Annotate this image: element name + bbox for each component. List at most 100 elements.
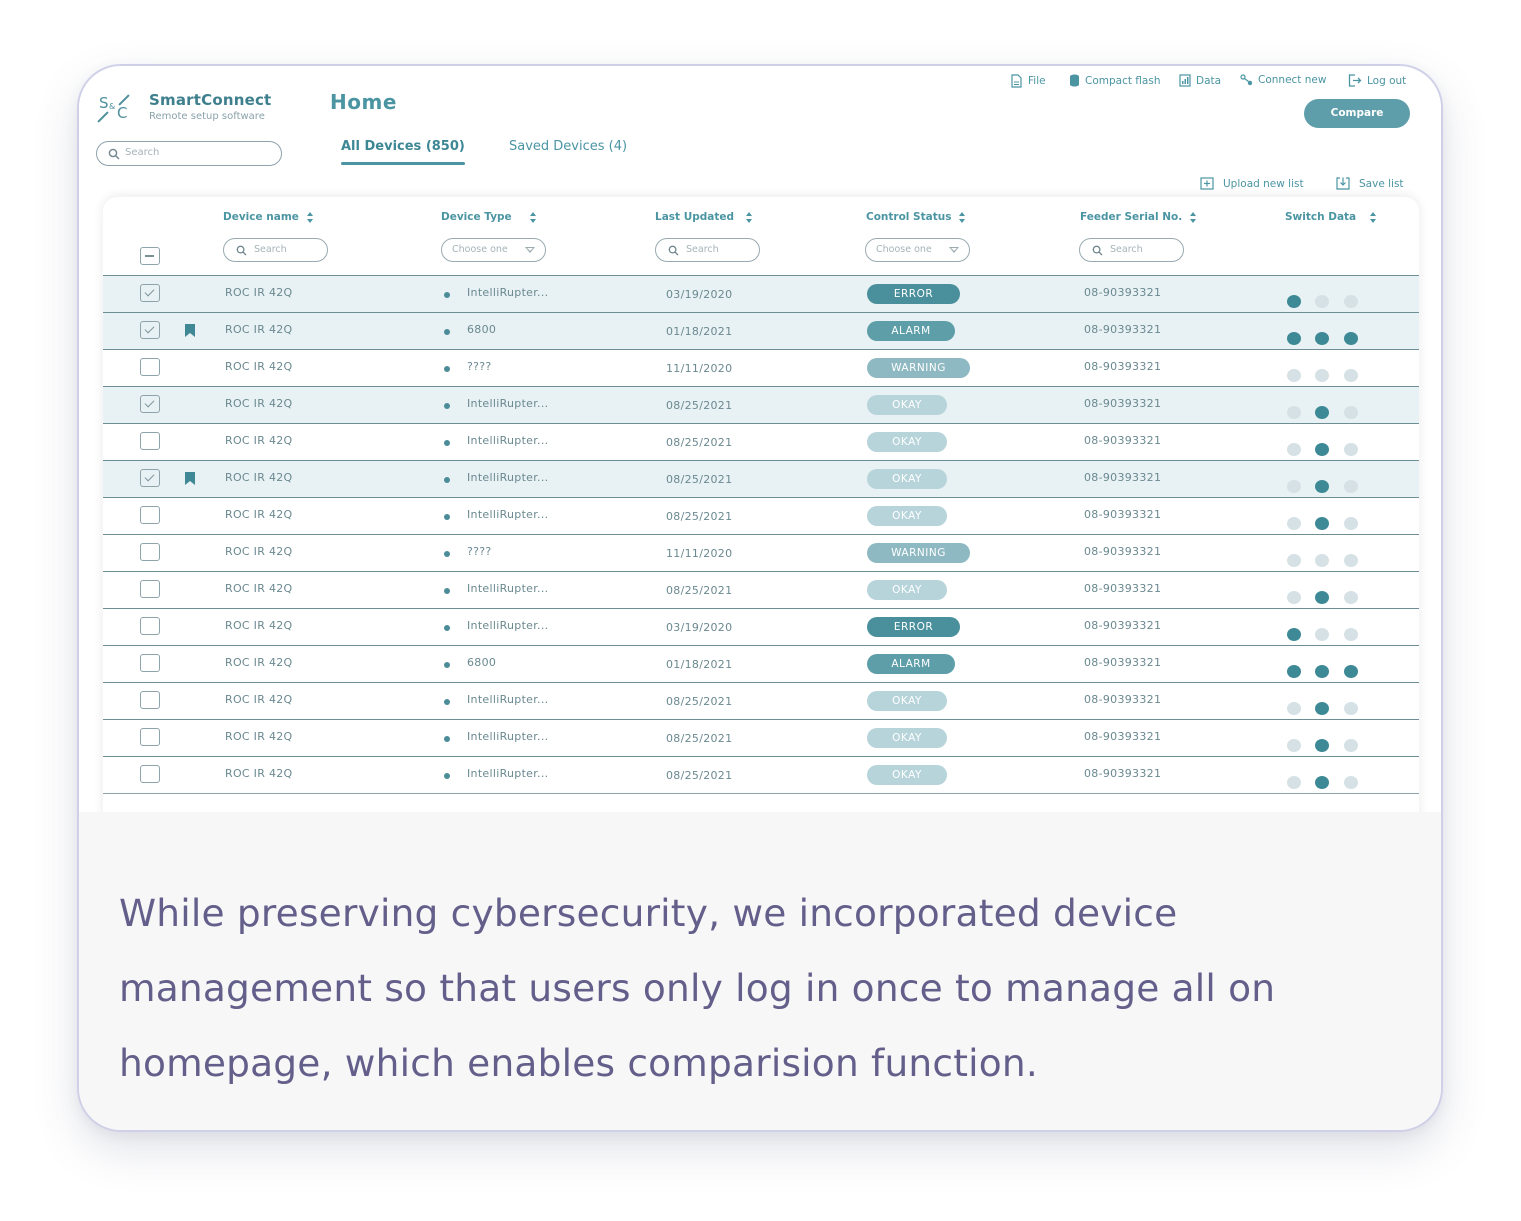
last-updated-cell: 08/25/2021 [666, 695, 733, 708]
row-checkbox[interactable] [140, 617, 160, 635]
file-icon [1011, 74, 1022, 88]
row-checkbox[interactable] [140, 321, 160, 339]
nav-connect-new[interactable]: Connect new [1240, 74, 1326, 86]
col-device-name-label: Device name [223, 211, 299, 223]
table-row[interactable]: ROC IR 42Q???? 11/11/2020 WARNING 08-903933… [103, 534, 1419, 571]
switch-indicator [1315, 295, 1329, 308]
last-updated-cell: 08/25/2021 [666, 510, 733, 523]
nav-compact-flash-label: Compact flash [1085, 74, 1161, 87]
col-switch-data[interactable]: Switch Data [1285, 211, 1377, 223]
link-icon [1240, 74, 1253, 86]
row-checkbox[interactable] [140, 358, 160, 376]
feeder-serial-cell: 08-90393321 [1084, 582, 1162, 595]
nav-log-out[interactable]: Log out [1348, 74, 1406, 87]
col-switch-data-label: Switch Data [1285, 211, 1357, 223]
switch-indicator [1287, 702, 1301, 715]
select-all-checkbox[interactable] [140, 247, 160, 265]
smartconnect-logo: S & C [97, 94, 133, 124]
filter-placeholder: Choose one [452, 244, 508, 255]
device-name-cell: ROC IR 42Q [225, 323, 293, 336]
table-row[interactable]: ROC IR 42Q 6800 01/18/2021 ALARM 08-90393321 [103, 645, 1419, 682]
device-type-cell: IntelliRupter... [467, 471, 549, 484]
feeder-serial-cell: 08-90393321 [1084, 508, 1162, 521]
row-checkbox[interactable] [140, 469, 160, 487]
col-feeder-serial[interactable]: Feeder Serial No. [1080, 211, 1197, 223]
table-row[interactable]: ROC IR 42Q IntelliRupter... 03/19/2020 ERRO… [103, 275, 1419, 312]
row-checkbox[interactable] [140, 284, 160, 302]
upload-new-list-button[interactable]: Upload new list [1200, 177, 1304, 190]
table-row[interactable]: ROC IR 42Q IntelliRupter... 08/25/2021 OKAY… [103, 756, 1419, 793]
status-badge: OKAY [867, 765, 947, 785]
feeder-serial-cell: 08-90393321 [1084, 471, 1162, 484]
table-body: ROC IR 42Q IntelliRupter... 03/19/2020 ERRO… [103, 275, 1419, 793]
global-search-input[interactable]: Search [96, 141, 282, 166]
nav-compact-flash[interactable]: Compact flash [1069, 74, 1160, 87]
switch-indicator [1315, 591, 1329, 604]
feeder-serial-filter-input[interactable]: Search [1079, 238, 1184, 262]
switch-indicator [1344, 628, 1358, 641]
caption-text: While preserving cybersecurity, we incor… [119, 891, 1276, 1085]
col-control-status[interactable]: Control Status [866, 211, 966, 223]
device-type-dot-icon [444, 625, 450, 631]
table-row[interactable]: ROC IR 42Q???? 11/11/2020 WARNING 08-903933… [103, 349, 1419, 386]
row-checkbox[interactable] [140, 580, 160, 598]
last-updated-cell: 01/18/2021 [666, 325, 733, 338]
switch-indicator [1315, 739, 1329, 752]
row-checkbox[interactable] [140, 654, 160, 672]
nav-file[interactable]: File [1010, 74, 1046, 88]
device-type-filter-select[interactable]: Choose one [441, 238, 546, 262]
col-device-type[interactable]: Device Type [441, 211, 537, 223]
table-row[interactable]: ROC IR 42Q 6800 01/18/2021 ALARM 08-90393321 [103, 312, 1419, 349]
row-checkbox[interactable] [140, 432, 160, 450]
last-updated-filter-input[interactable]: Search [655, 238, 760, 262]
last-updated-cell: 11/11/2020 [666, 362, 733, 375]
device-name-cell: ROC IR 42Q [225, 767, 293, 780]
device-type-cell: ???? [467, 545, 492, 558]
col-last-updated[interactable]: Last Updated [655, 211, 753, 223]
device-name-cell: ROC IR 42Q [225, 434, 293, 447]
device-name-cell: ROC IR 42Q [225, 730, 293, 743]
bookmark-icon[interactable] [185, 324, 195, 337]
last-updated-cell: 08/25/2021 [666, 732, 733, 745]
device-type-cell: IntelliRupter... [467, 397, 549, 410]
row-checkbox[interactable] [140, 395, 160, 413]
sort-icon [1370, 211, 1377, 223]
row-checkbox[interactable] [140, 691, 160, 709]
row-checkbox[interactable] [140, 506, 160, 524]
last-updated-cell: 01/18/2021 [666, 658, 733, 671]
table-row[interactable]: ROC IR 42Q IntelliRupter... 08/25/2021 OKAY… [103, 497, 1419, 534]
table-row[interactable]: ROC IR 42Q IntelliRupter... 08/25/2021 OKAY… [103, 719, 1419, 756]
device-type-cell: IntelliRupter... [467, 508, 549, 521]
table-row[interactable]: ROC IR 42Q IntelliRupter... 08/25/2021 OKAY… [103, 460, 1419, 497]
row-checkbox[interactable] [140, 543, 160, 561]
tab-all-devices[interactable]: All Devices (850) [341, 139, 465, 154]
device-name-filter-input[interactable]: Search [223, 238, 328, 262]
table-row[interactable]: ROC IR 42Q IntelliRupter... 08/25/2021 OKAY… [103, 682, 1419, 719]
status-badge: WARNING [867, 358, 970, 378]
tab-saved-devices[interactable]: Saved Devices (4) [509, 139, 627, 154]
control-status-filter-select[interactable]: Choose one [865, 238, 970, 262]
table-row[interactable]: ROC IR 42Q IntelliRupter... 08/25/2021 OKAY… [103, 386, 1419, 423]
table-row[interactable]: ROC IR 42Q IntelliRupter... 08/25/2021 OKAY… [103, 571, 1419, 608]
compare-button[interactable]: Compare [1304, 99, 1410, 128]
bookmark-icon[interactable] [185, 472, 195, 485]
status-badge: OKAY [867, 395, 947, 415]
device-type-dot-icon [444, 662, 450, 668]
partial-table-row [103, 793, 1419, 812]
col-device-name[interactable]: Device name [223, 211, 314, 223]
table-row[interactable]: ROC IR 42Q IntelliRupter... 03/19/2020 ERRO… [103, 608, 1419, 645]
nav-data[interactable]: Data [1179, 74, 1221, 87]
save-list-button[interactable]: Save list [1336, 177, 1404, 190]
table-row[interactable]: ROC IR 42Q IntelliRupter... 08/25/2021 OKAY… [103, 423, 1419, 460]
row-checkbox[interactable] [140, 728, 160, 746]
device-name-cell: ROC IR 42Q [225, 693, 293, 706]
row-checkbox[interactable] [140, 765, 160, 783]
search-placeholder: Search [125, 147, 160, 158]
switch-indicator [1344, 443, 1358, 456]
status-badge: ERROR [867, 284, 960, 304]
switch-indicator [1287, 443, 1301, 456]
feeder-serial-cell: 08-90393321 [1084, 545, 1162, 558]
feeder-serial-cell: 08-90393321 [1084, 397, 1162, 410]
switch-indicator [1287, 517, 1301, 530]
switch-indicator [1287, 332, 1301, 345]
